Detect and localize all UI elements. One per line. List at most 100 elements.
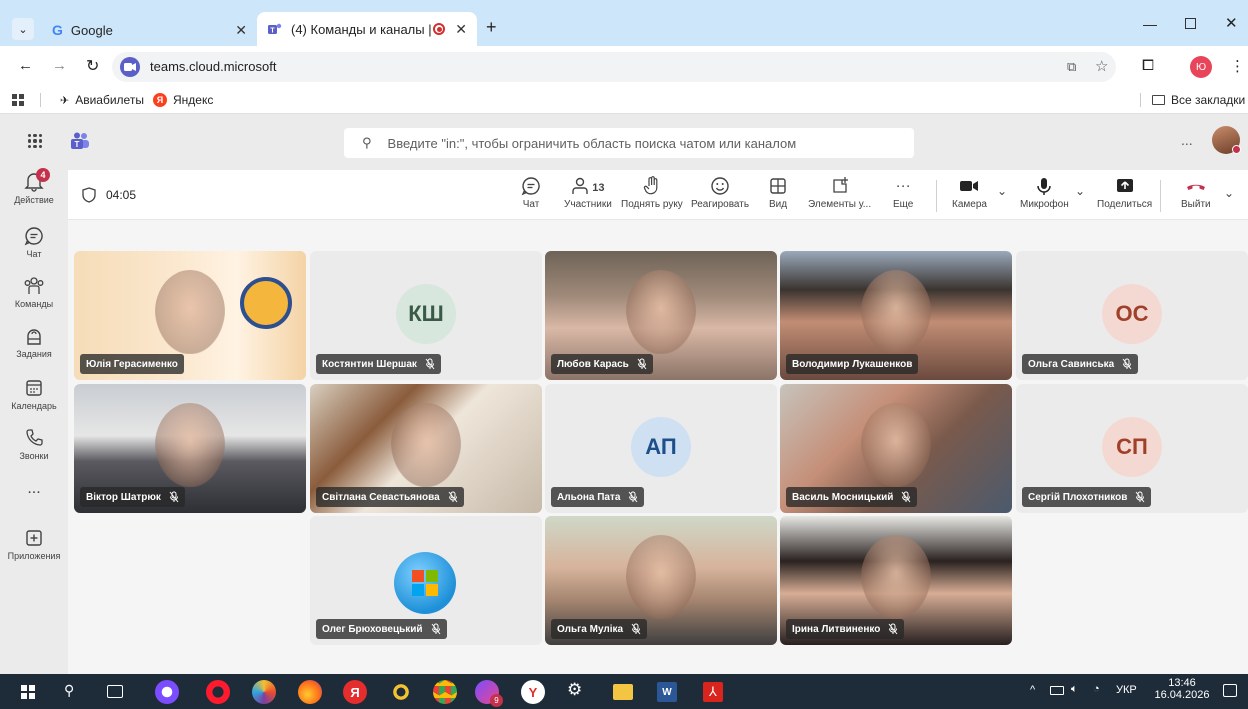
extensions-icon[interactable]: ⧠ <box>1142 57 1154 74</box>
leave-button[interactable]: Выйти <box>1181 176 1211 210</box>
language-indicator[interactable]: УКР <box>1116 684 1137 696</box>
word-icon[interactable]: W <box>657 682 677 702</box>
rail-item-teams[interactable]: Команды <box>0 276 68 309</box>
rail-item-activity[interactable]: 4 Действие <box>0 168 68 205</box>
rail-item-assignments[interactable]: Задания <box>0 326 68 359</box>
more-button[interactable]: ··· Еще <box>893 176 913 210</box>
participant-tile[interactable]: КШ Костянтин Шершак <box>310 251 542 380</box>
bookmark-aviatickets[interactable]: ✈ Авиабилеты <box>60 93 144 107</box>
apps-grid-icon[interactable] <box>12 94 24 106</box>
mic-options-chevron-icon[interactable]: ⌄ <box>1075 184 1085 198</box>
rail-label: Команды <box>14 299 54 309</box>
settings-more-icon[interactable]: ... <box>1181 132 1193 148</box>
participant-tile[interactable]: Світлана Севастьянова <box>310 384 542 513</box>
participant-tile[interactable]: Василь Мосницький <box>780 384 1012 513</box>
participant-tile[interactable]: Юлія Герасименко <box>74 251 306 380</box>
participant-tile[interactable]: СП Сергій Плохотников <box>1016 384 1248 513</box>
wifi-icon[interactable]: ◔ <box>1093 683 1100 695</box>
apps-button[interactable]: Элементы у... <box>808 176 871 210</box>
tab-search-dropdown[interactable]: ⌄ <box>12 18 34 40</box>
close-window-icon[interactable]: ✕ <box>1225 14 1238 32</box>
profile-avatar[interactable]: Ю <box>1190 56 1212 78</box>
view-button[interactable]: Вид <box>768 176 788 210</box>
search-input[interactable]: ⚲ Введите "in:", чтобы ограничить област… <box>344 128 914 158</box>
browser-menu-icon[interactable]: ⋮ <box>1230 57 1245 75</box>
participant-tile[interactable]: Володимир Лукашенков <box>780 251 1012 380</box>
camera-button[interactable]: Камера <box>952 176 987 210</box>
rail-item-more[interactable]: ... <box>0 480 68 498</box>
notifications-icon[interactable] <box>1223 684 1237 697</box>
windows-start-icon[interactable] <box>21 685 35 699</box>
clock[interactable]: 13:46 16.04.2026 <box>1152 677 1212 701</box>
reload-icon[interactable]: ↻ <box>86 56 99 76</box>
raise-hand-button[interactable]: Поднять руку <box>621 176 683 210</box>
task-view-icon[interactable] <box>107 685 123 698</box>
rail-item-chat[interactable]: Чат <box>0 226 68 259</box>
site-info-icon[interactable] <box>120 57 140 77</box>
participant-tile[interactable]: Любов Карась <box>545 251 777 380</box>
minimize-icon[interactable]: — <box>1143 16 1157 32</box>
leave-options-chevron-icon[interactable]: ⌄ <box>1224 186 1234 200</box>
opera-icon[interactable] <box>206 680 230 704</box>
all-bookmarks[interactable]: Все закладки <box>1152 93 1245 107</box>
maximize-icon[interactable] <box>1185 18 1196 29</box>
taskbar-search-icon[interactable]: ⚲ <box>64 682 74 699</box>
chat-button[interactable]: Чат <box>521 176 541 210</box>
bookmark-yandex[interactable]: Я Яндекс <box>153 93 213 107</box>
participant-tile[interactable]: Ольга Муліка <box>545 516 777 645</box>
share-screen-icon <box>1115 176 1135 199</box>
participant-tile[interactable]: ОС Ольга Савинська <box>1016 251 1248 380</box>
participant-name: Альона Пата <box>557 491 621 503</box>
app-launcher-icon[interactable] <box>28 134 42 148</box>
chrome-icon[interactable] <box>433 680 457 704</box>
mic-muted-icon <box>169 491 179 503</box>
yandex-browser-icon[interactable] <box>252 680 276 704</box>
tab-google[interactable]: G Google ✕ <box>42 14 257 46</box>
tab-title: Google <box>70 22 113 38</box>
microphone-button[interactable]: Микрофон <box>1020 176 1069 210</box>
viber-icon[interactable]: 9 <box>475 680 503 707</box>
app-rail: 4 Действие Чат Команды Задания Календарь… <box>0 168 68 674</box>
alice-icon[interactable] <box>155 680 179 704</box>
participant-name-tag: Ірина Литвиненко <box>786 619 905 639</box>
battery-icon[interactable] <box>1050 686 1064 695</box>
participant-tile[interactable]: Віктор Шатрюк <box>74 384 306 513</box>
participants-button[interactable]: 13 Участники <box>564 176 612 210</box>
rail-item-calls[interactable]: Звонки <box>0 428 68 461</box>
control-label: Чат <box>522 199 540 210</box>
firefox-icon[interactable] <box>298 680 322 704</box>
close-tab-icon[interactable]: ✕ <box>235 22 247 39</box>
video-feed <box>391 402 461 487</box>
settings-gear-icon[interactable]: ⚙ <box>567 680 582 700</box>
participant-name-tag: Світлана Севастьянова <box>316 487 464 507</box>
search-placeholder: Введите "in:", чтобы ограничить область … <box>387 135 797 151</box>
more-icon: ... <box>27 480 41 497</box>
volume-icon[interactable]: 🔈︎ <box>1071 683 1078 696</box>
back-icon[interactable]: ← <box>18 57 33 74</box>
forward-icon[interactable]: → <box>52 57 67 74</box>
react-button[interactable]: Реагировать <box>691 176 749 210</box>
tray-expand-icon[interactable]: ^ <box>1030 684 1035 696</box>
yandex-y-icon[interactable]: Y <box>521 680 545 704</box>
rail-item-apps[interactable]: Приложения <box>0 528 68 561</box>
close-tab-icon[interactable]: ✕ <box>455 21 467 38</box>
participant-tile[interactable]: АП Альона Пата <box>545 384 777 513</box>
file-explorer-icon[interactable] <box>613 684 633 700</box>
new-tab-icon[interactable]: + <box>486 17 497 38</box>
bookmark-star-icon[interactable]: ☆ <box>1095 57 1108 75</box>
user-avatar[interactable] <box>1212 126 1241 154</box>
yandex-icon[interactable]: Я <box>343 680 367 704</box>
camera-options-chevron-icon[interactable]: ⌄ <box>997 184 1007 198</box>
url-field[interactable]: teams.cloud.microsoft <box>112 52 1116 82</box>
participant-tile[interactable]: Олег Брюховецький <box>310 516 542 645</box>
acrobat-icon[interactable]: ⅄ <box>703 682 723 702</box>
calendar-icon <box>24 378 44 401</box>
participant-tile[interactable]: Ірина Литвиненко <box>780 516 1012 645</box>
cast-icon[interactable]: ⧉ <box>1067 59 1076 75</box>
rail-item-calendar[interactable]: Календарь <box>0 378 68 411</box>
share-button[interactable]: Поделиться <box>1097 176 1152 210</box>
windows-logo-avatar <box>394 552 456 614</box>
eye-app-icon[interactable] <box>389 680 413 704</box>
tab-teams[interactable]: T (4) Команды и каналы | Co ✕ <box>257 12 477 46</box>
phone-icon <box>24 428 44 451</box>
